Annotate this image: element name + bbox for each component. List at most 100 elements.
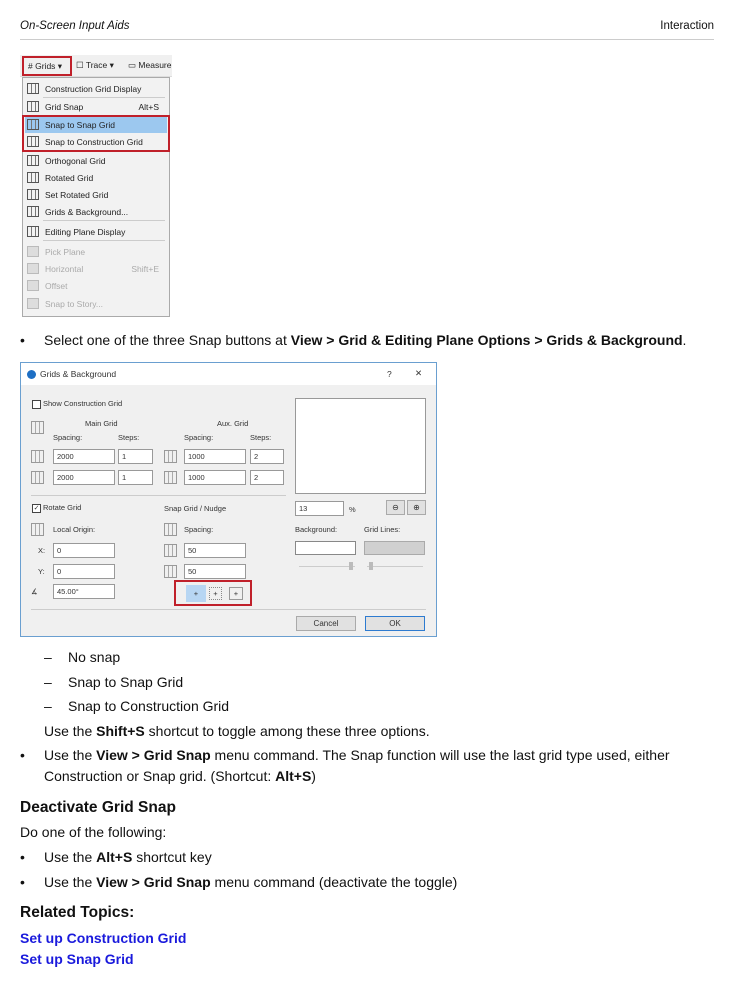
rotate-grid-checkbox[interactable]: ✓ Rotate Grid xyxy=(32,503,81,513)
x-spacing-icon xyxy=(31,450,44,463)
zoom-in-button[interactable]: ⊕ xyxy=(407,500,426,515)
snap-spacing-x-input[interactable]: 50 xyxy=(184,543,246,558)
menu-item-shortcut: Alt+S xyxy=(138,101,159,112)
bullet2-line2: Construction or Snap grid. (Shortcut: Al… xyxy=(44,768,316,784)
menu-item-label: Grid Snap xyxy=(45,101,84,112)
related-topics-heading: Related Topics: xyxy=(20,904,135,921)
main-spacing-y-input[interactable]: 2000 xyxy=(53,470,115,485)
x-label: X: xyxy=(38,546,46,555)
grid-lines-color-swatch[interactable] xyxy=(364,541,425,555)
grid-lines-slider[interactable] xyxy=(367,562,423,570)
menu-item-label: Orthogonal Grid xyxy=(45,155,106,166)
menu-item[interactable]: Grids & Background... xyxy=(25,203,167,220)
bullet-item: • Use the Alt+S shortcut key xyxy=(20,849,212,865)
divider xyxy=(31,609,426,610)
aux-steps-x-input[interactable]: 2 xyxy=(250,449,284,464)
aux-spacing-x-input[interactable]: 1000 xyxy=(184,449,246,464)
header-chapter: Interaction xyxy=(660,20,714,32)
trace-button[interactable]: ☐ Trace ▾ xyxy=(76,60,114,71)
main-steps-y-input[interactable]: 1 xyxy=(118,470,153,485)
y-spacing-icon xyxy=(31,471,44,484)
snap-x-icon xyxy=(164,544,177,557)
snap-to-construction-grid-button[interactable]: + xyxy=(229,587,243,600)
orthogonal-grid-icon xyxy=(27,155,39,166)
measure-button[interactable]: ▭ Measure xyxy=(128,60,172,71)
app-logo-icon xyxy=(27,369,36,379)
ok-button[interactable]: OK xyxy=(365,616,425,631)
menu-item[interactable]: Construction Grid Display xyxy=(25,80,167,97)
close-button[interactable]: ✕ xyxy=(415,368,422,379)
offset-icon xyxy=(27,280,39,291)
menu-item-label: Snap to Story... xyxy=(45,298,103,309)
origin-x-input[interactable]: 0 xyxy=(53,543,115,558)
deactivate-heading: Deactivate Grid Snap xyxy=(20,799,176,816)
menu-item[interactable]: Set Rotated Grid xyxy=(25,186,167,203)
menu-item-label: Construction Grid Display xyxy=(45,83,142,94)
grids-dropdown-menu: Construction Grid Display Grid Snap Alt+S S… xyxy=(22,77,170,317)
menu-separator xyxy=(43,220,165,221)
snap-spacing-label: Spacing: xyxy=(184,525,214,534)
help-button[interactable]: ? xyxy=(387,369,392,379)
bullet-item: • Use the View > Grid Snap menu command (… xyxy=(20,874,458,890)
grids-button[interactable]: # Grids ▾ xyxy=(22,56,72,76)
menu-item-label: Horizontal xyxy=(45,263,84,274)
menu-item-label: Grids & Background... xyxy=(45,206,129,217)
dialog-titlebar: Grids & Background ? ✕ xyxy=(21,363,436,385)
menu-item[interactable]: Rotated Grid xyxy=(25,169,167,186)
background-label: Background: xyxy=(295,525,338,534)
main-spacing-label: Spacing: xyxy=(53,433,83,442)
zoom-out-button[interactable]: ⊖ xyxy=(386,500,405,515)
background-slider[interactable] xyxy=(299,562,355,570)
aux-spacing-y-input[interactable]: 1000 xyxy=(184,470,246,485)
highlight-box xyxy=(22,115,170,152)
option-construction-grid: – Snap to Construction Grid xyxy=(44,698,230,714)
main-steps-label: Steps: xyxy=(118,433,140,442)
snap-to-snap-grid-button[interactable]: + xyxy=(209,587,222,600)
grid-icon xyxy=(31,421,44,434)
menu-item-label: Editing Plane Display xyxy=(45,226,126,237)
no-snap-button[interactable]: + xyxy=(186,585,206,602)
menu-item-label: Pick Plane xyxy=(45,246,86,257)
menu-separator xyxy=(43,240,165,241)
dialog-title: Grids & Background xyxy=(40,369,117,379)
main-spacing-x-input[interactable]: 2000 xyxy=(53,449,115,464)
header-section-title: On-Screen Input Aids xyxy=(20,20,130,32)
construction-grid-icon xyxy=(27,83,39,94)
bullet-item: • Use the View > Grid Snap menu command. … xyxy=(20,747,670,763)
menu-item[interactable]: Grid Snap Alt+S xyxy=(25,98,167,115)
pick-plane-icon xyxy=(27,246,39,257)
link-set-up-construction-grid[interactable]: Set up Construction Grid xyxy=(20,930,186,946)
menu-item-label: Rotated Grid xyxy=(45,172,94,183)
grid-lines-label: Grid Lines: xyxy=(364,525,401,534)
menu-item: Snap to Story... xyxy=(25,295,167,312)
snap-spacing-y-input[interactable]: 50 xyxy=(184,564,246,579)
shift-s-text: Use the Shift+S shortcut to toggle among… xyxy=(44,723,430,739)
option-no-snap: – No snap xyxy=(44,649,121,665)
grids-background-icon xyxy=(27,206,39,217)
menu-item[interactable]: Orthogonal Grid xyxy=(25,152,167,169)
aux-steps-y-input[interactable]: 2 xyxy=(250,470,284,485)
main-grid-label: Main Grid xyxy=(85,419,118,428)
menu-item-label: Offset xyxy=(45,280,68,291)
menu-item[interactable]: Editing Plane Display xyxy=(25,223,167,240)
zoom-percent-input[interactable]: 13 xyxy=(295,501,344,516)
angle-input[interactable]: 45.00° xyxy=(53,584,115,599)
menu-item: Offset xyxy=(25,277,167,294)
link-set-up-snap-grid[interactable]: Set up Snap Grid xyxy=(20,951,134,967)
show-construction-grid-checkbox[interactable]: Show Construction Grid xyxy=(32,399,122,409)
menu-separator xyxy=(43,97,165,98)
grid-preview xyxy=(295,398,426,494)
background-color-swatch[interactable] xyxy=(295,541,356,555)
menu-item-label: Set Rotated Grid xyxy=(45,189,109,200)
header-divider xyxy=(20,39,714,40)
cancel-button[interactable]: Cancel xyxy=(296,616,356,631)
origin-y-input[interactable]: 0 xyxy=(53,564,115,579)
aux-steps-label: Steps: xyxy=(250,433,272,442)
angle-icon: ∡ xyxy=(31,587,38,596)
snap-y-icon xyxy=(164,565,177,578)
local-origin-icon xyxy=(31,523,44,536)
menu-item-shortcut: Shift+E xyxy=(131,263,159,274)
main-steps-x-input[interactable]: 1 xyxy=(118,449,153,464)
aux-x-spacing-icon xyxy=(164,450,177,463)
bullet1-text: Select one of the three Snap buttons at … xyxy=(44,332,687,348)
